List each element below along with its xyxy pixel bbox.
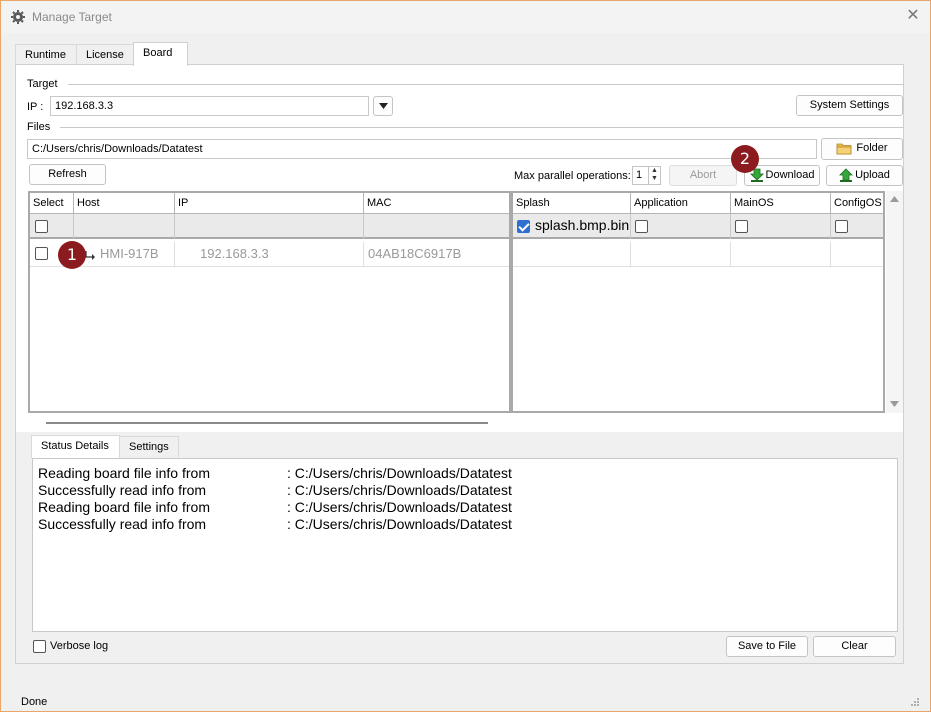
status-bar: Done	[1, 691, 930, 711]
status-log[interactable]: Reading board file info from : C:/Users/…	[32, 458, 898, 632]
application-cell	[631, 214, 731, 239]
close-icon[interactable]: ✕	[904, 7, 922, 25]
tab-license[interactable]: License	[76, 44, 134, 65]
upload-button[interactable]: Upload	[826, 165, 903, 186]
splash-checkbox[interactable]	[517, 220, 530, 233]
row-host: HMI-917B	[100, 246, 159, 261]
log-line-msg: Successfully read info from	[38, 516, 207, 532]
log-line-value: : C:/Users/chris/Downloads/Datatest	[287, 465, 512, 481]
select-all-checkbox[interactable]	[35, 220, 48, 233]
files-grid: Splash Application MainOS ConfigOS splas…	[511, 191, 885, 413]
row-splash-cell	[513, 242, 631, 267]
title-bar: Manage Target ✕	[1, 1, 930, 33]
target-group-label: Target	[27, 78, 58, 90]
log-line-value: : C:/Users/chris/Downloads/Datatest	[287, 482, 512, 498]
log-line-msg: Reading board file info from	[38, 499, 210, 515]
col-header-application[interactable]: Application	[631, 193, 731, 214]
configos-cell	[831, 214, 883, 239]
splash-filename: splash.bmp.bin	[535, 217, 630, 233]
manage-target-window: Manage Target ✕ Runtime License Board Ta…	[0, 0, 931, 712]
spin-down-icon[interactable]: ▼	[649, 175, 660, 183]
window-title: Manage Target	[32, 10, 112, 24]
refresh-button[interactable]: Refresh	[29, 164, 106, 185]
scroll-up-icon[interactable]	[890, 196, 899, 202]
col-header-mainos[interactable]: MainOS	[731, 193, 831, 214]
spin-up-icon[interactable]: ▲	[649, 167, 660, 175]
col-header-ip[interactable]: IP	[175, 193, 364, 214]
tab-settings[interactable]: Settings	[119, 436, 179, 457]
filter-row	[30, 214, 509, 239]
splash-cell: splash.bmp.bin	[513, 214, 631, 239]
max-parallel-spinner[interactable]: 1 ▲ ▼	[632, 166, 661, 185]
row-ip-cell: 192.168.3.3	[175, 242, 364, 267]
save-to-file-button[interactable]: Save to File	[726, 636, 808, 657]
files-selection-row: splash.bmp.bin	[513, 214, 883, 239]
filter-cell-mac	[364, 214, 509, 239]
max-parallel-label: Max parallel operations:	[514, 170, 631, 182]
annotation-badge-2: 2	[731, 145, 759, 173]
gear-icon	[11, 10, 25, 24]
filter-cell-host	[74, 214, 175, 239]
col-header-select[interactable]: Select	[30, 193, 74, 214]
row-mainos-cell	[731, 242, 831, 267]
folder-button[interactable]: Folder	[821, 138, 903, 160]
verbose-log-label: Verbose log	[50, 640, 109, 652]
files-path-input[interactable]: C:/Users/chris/Downloads/Datatest	[27, 139, 817, 159]
upload-icon	[839, 168, 854, 183]
application-checkbox[interactable]	[635, 220, 648, 233]
max-parallel-value: 1	[636, 169, 643, 181]
filter-cell-ip	[175, 214, 364, 239]
ip-dropdown-button[interactable]	[373, 96, 393, 116]
upload-button-label: Upload	[855, 169, 890, 181]
tab-board[interactable]: Board	[133, 42, 188, 66]
ip-label: IP :	[27, 101, 44, 113]
tab-runtime[interactable]: Runtime	[15, 44, 77, 65]
row-select-checkbox[interactable]	[35, 247, 48, 260]
ip-combo-input[interactable]: 192.168.3.3	[50, 96, 369, 116]
log-line-msg: Reading board file info from	[38, 465, 210, 481]
log-line-value: : C:/Users/chris/Downloads/Datatest	[287, 499, 512, 515]
scroll-down-icon[interactable]	[890, 401, 899, 407]
target-divider	[68, 84, 904, 85]
vertical-scrollbar[interactable]	[886, 191, 903, 413]
files-group-label: Files	[27, 121, 51, 133]
col-header-configos[interactable]: ConfigOS	[831, 193, 883, 214]
files-divider	[60, 127, 904, 128]
clear-button[interactable]: Clear	[813, 636, 896, 657]
mainos-cell	[731, 214, 831, 239]
configos-checkbox[interactable]	[835, 220, 848, 233]
download-button-label: Download	[765, 169, 815, 181]
log-line-msg: Successfully read info from	[38, 482, 207, 498]
devices-grid: Select Host IP MAC HMI-917B 192.168.3.3 …	[28, 191, 511, 413]
status-text: Done	[21, 696, 48, 708]
tab-status-details[interactable]: Status Details	[31, 435, 120, 458]
folder-button-label: Folder	[856, 142, 888, 154]
annotation-badge-1: 1	[58, 241, 86, 269]
resize-grip-icon[interactable]	[910, 697, 920, 707]
filter-cell-select	[30, 214, 74, 239]
col-header-host[interactable]: Host	[74, 193, 175, 214]
row-application-cell	[631, 242, 731, 267]
verbose-log-checkbox[interactable]	[33, 640, 46, 653]
spinner-arrows[interactable]: ▲ ▼	[648, 167, 660, 184]
board-panel: Target IP : 192.168.3.3 System Settings …	[15, 64, 904, 664]
row-mac-cell: 04AB18C6917B	[364, 242, 509, 267]
system-settings-button[interactable]: System Settings	[796, 95, 903, 116]
mainos-checkbox[interactable]	[735, 220, 748, 233]
chevron-down-icon	[378, 103, 388, 109]
abort-button[interactable]: Abort	[669, 165, 737, 186]
col-header-mac[interactable]: MAC	[364, 193, 509, 214]
row-configos-cell	[831, 242, 883, 267]
horizontal-scrollbar[interactable]	[46, 422, 488, 424]
col-header-splash[interactable]: Splash	[513, 193, 631, 214]
folder-icon	[837, 143, 852, 154]
log-line-value: : C:/Users/chris/Downloads/Datatest	[287, 516, 512, 532]
